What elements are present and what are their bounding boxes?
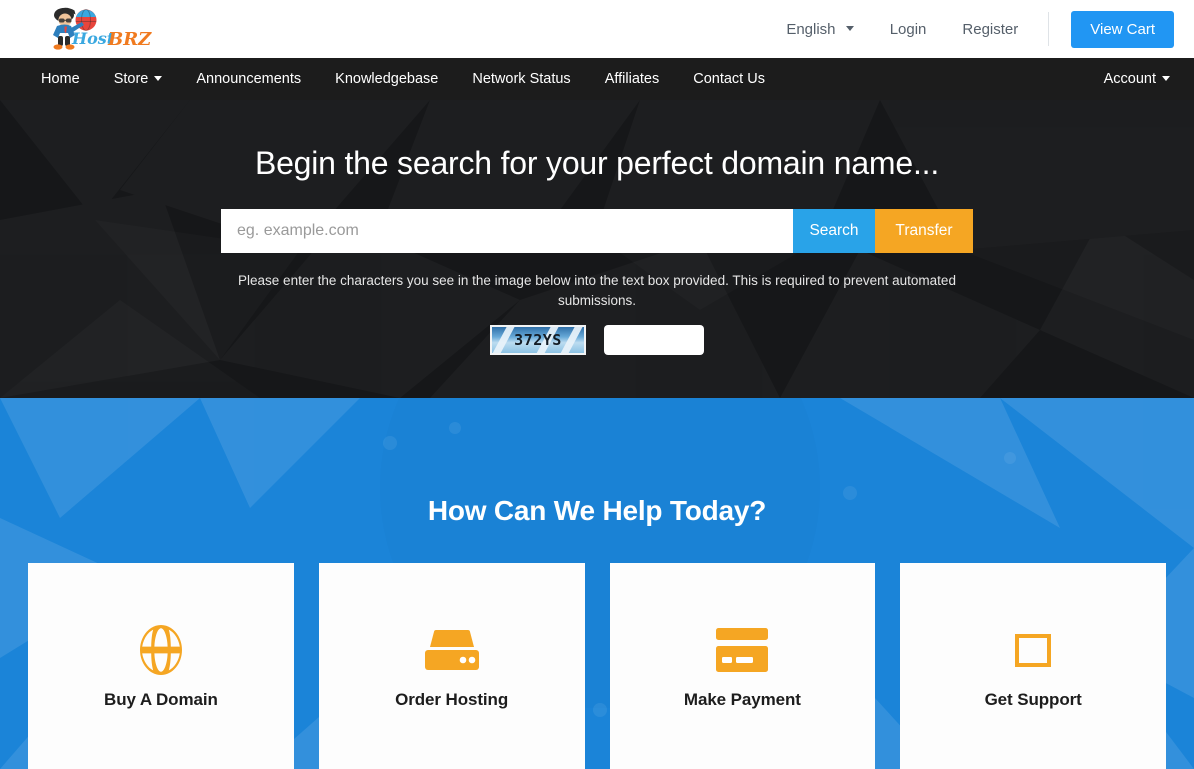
captcha-code-text: 372YS: [514, 330, 562, 349]
captcha-row: 372YS: [0, 324, 1194, 355]
nav-item-affiliates[interactable]: Affiliates: [588, 58, 677, 100]
chevron-down-icon: [1162, 75, 1170, 81]
hero-title: Begin the search for your perfect domain…: [254, 145, 940, 181]
register-link[interactable]: Register: [944, 22, 1036, 37]
view-cart-button[interactable]: View Cart: [1071, 10, 1174, 48]
help-title: How Can We Help Today?: [427, 495, 767, 526]
nav-item-home[interactable]: Home: [24, 58, 97, 100]
nav-item-contact-us[interactable]: Contact Us: [676, 58, 782, 100]
nav-label: Account: [1103, 71, 1156, 87]
help-card-make-payment[interactable]: Make Payment: [609, 563, 876, 769]
hostbrz-logo-icon: Host BRZ: [53, 7, 152, 50]
credit-card-icon: [714, 622, 770, 678]
broken-image-placeholder: [1015, 633, 1052, 667]
nav-label: Home: [41, 71, 80, 87]
nav-item-announcements[interactable]: Announcements: [179, 58, 318, 100]
language-label: English: [786, 20, 836, 38]
main-navigation: Home Store Announcements Knowledgebase N…: [0, 58, 1194, 100]
help-card-label: Order Hosting: [395, 690, 509, 709]
help-content: How Can We Help Today? Buy A Domain Orde…: [0, 398, 1194, 769]
nav-label: Affiliates: [604, 71, 660, 87]
help-card-order-hosting[interactable]: Order Hosting: [318, 563, 585, 769]
login-link[interactable]: Login: [872, 22, 945, 37]
search-button[interactable]: Search: [793, 209, 875, 254]
language-selector[interactable]: English: [786, 22, 871, 37]
help-cards-row: Buy A Domain Order Hosting Make Payment …: [0, 563, 1194, 769]
captcha-instructions: Please enter the characters you see in t…: [238, 273, 956, 308]
chevron-down-icon: [154, 75, 163, 81]
nav-label: Network Status: [472, 71, 571, 87]
hero-section: Begin the search for your perfect domain…: [0, 100, 1194, 398]
nav-account-area: Account: [1087, 58, 1170, 100]
captcha-image: 372YS: [490, 324, 586, 355]
help-section: How Can We Help Today? Buy A Domain Orde…: [0, 398, 1194, 769]
nav-label: Knowledgebase: [335, 71, 439, 87]
svg-text:BRZ: BRZ: [107, 29, 152, 50]
chevron-down-icon: [845, 26, 854, 32]
nav-item-store[interactable]: Store: [97, 58, 180, 100]
site-logo[interactable]: Host BRZ: [24, 6, 154, 52]
header-actions: English Login Register View Cart: [786, 10, 1174, 48]
captcha-input[interactable]: [604, 324, 704, 355]
domain-search-input[interactable]: [221, 209, 793, 254]
help-card-get-support[interactable]: Get Support: [900, 563, 1166, 769]
help-card-label: Make Payment: [683, 690, 801, 709]
nav-item-knowledgebase[interactable]: Knowledgebase: [318, 58, 455, 100]
help-card-label: Buy A Domain: [104, 690, 218, 709]
domain-search-row: Search Transfer: [221, 209, 973, 254]
top-header: Host BRZ English Login Register View Car…: [0, 0, 1194, 58]
help-card-label: Get Support: [984, 690, 1082, 709]
globe-icon: [136, 622, 186, 678]
nav-item-network-status[interactable]: Network Status: [455, 58, 587, 100]
transfer-button[interactable]: Transfer: [875, 209, 973, 254]
server-icon: [423, 622, 481, 678]
nav-item-account[interactable]: Account: [1087, 58, 1170, 100]
header-divider: [1048, 12, 1050, 46]
placeholder-square-icon: [1015, 622, 1052, 678]
nav-items: Home Store Announcements Knowledgebase N…: [24, 58, 782, 100]
hero-content: Begin the search for your perfect domain…: [0, 100, 1194, 355]
nav-label: Contact Us: [693, 71, 765, 87]
nav-label: Announcements: [196, 71, 302, 87]
nav-label: Store: [113, 71, 149, 87]
help-card-buy-a-domain[interactable]: Buy A Domain: [28, 563, 294, 769]
